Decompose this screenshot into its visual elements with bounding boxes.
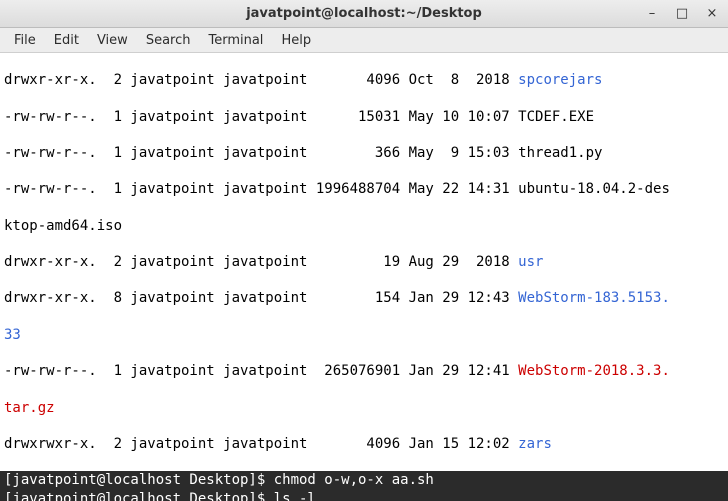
window-title: javatpoint@localhost:~/Desktop bbox=[0, 6, 728, 21]
dir-name: 33 bbox=[4, 326, 724, 344]
archive-name: tar.gz bbox=[4, 399, 724, 417]
ls-row: -rw-rw-r--. 1 javatpoint javatpoint 1503… bbox=[4, 108, 724, 126]
window-controls: – □ × bbox=[642, 5, 722, 23]
ls-row: drwxr-xr-x. 2 javatpoint javatpoint 4096… bbox=[4, 71, 724, 89]
menu-search[interactable]: Search bbox=[138, 30, 199, 51]
window-titlebar: javatpoint@localhost:~/Desktop – □ × bbox=[0, 0, 728, 28]
menu-help[interactable]: Help bbox=[273, 30, 319, 51]
maximize-button[interactable]: □ bbox=[672, 5, 692, 23]
ls-row: drwxrwxr-x. 2 javatpoint javatpoint 4096… bbox=[4, 435, 724, 453]
archive-name: WebStorm-2018.3.3. bbox=[518, 363, 670, 379]
ls-row: drwxr-xr-x. 8 javatpoint javatpoint 154 … bbox=[4, 289, 724, 307]
menubar: File Edit View Search Terminal Help bbox=[0, 28, 728, 53]
dir-name: WebStorm-183.5153. bbox=[518, 290, 670, 306]
prompt-line: [javatpoint@localhost Desktop]$ chmod o-… bbox=[0, 471, 728, 489]
ls-row: drwxr-xr-x. 2 javatpoint javatpoint 19 A… bbox=[4, 253, 724, 271]
ls-row: -rw-rw-r--. 1 javatpoint javatpoint 2650… bbox=[4, 362, 724, 380]
dir-name: zars bbox=[518, 436, 552, 452]
menu-view[interactable]: View bbox=[89, 30, 136, 51]
prompt-line: [javatpoint@localhost Desktop]$ ls -l bbox=[0, 490, 728, 501]
dir-name: usr bbox=[518, 254, 543, 270]
menu-file[interactable]: File bbox=[6, 30, 44, 51]
dir-name: spcorejars bbox=[518, 72, 602, 88]
menu-terminal[interactable]: Terminal bbox=[200, 30, 271, 51]
ls-row: ktop-amd64.iso bbox=[4, 217, 724, 235]
ls-row: -rw-rw-r--. 1 javatpoint javatpoint 1996… bbox=[4, 180, 724, 198]
minimize-button[interactable]: – bbox=[642, 5, 662, 23]
menu-edit[interactable]: Edit bbox=[46, 30, 87, 51]
ls-row: -rw-rw-r--. 1 javatpoint javatpoint 366 … bbox=[4, 144, 724, 162]
close-button[interactable]: × bbox=[702, 5, 722, 23]
terminal-output[interactable]: drwxr-xr-x. 2 javatpoint javatpoint 4096… bbox=[0, 53, 728, 501]
